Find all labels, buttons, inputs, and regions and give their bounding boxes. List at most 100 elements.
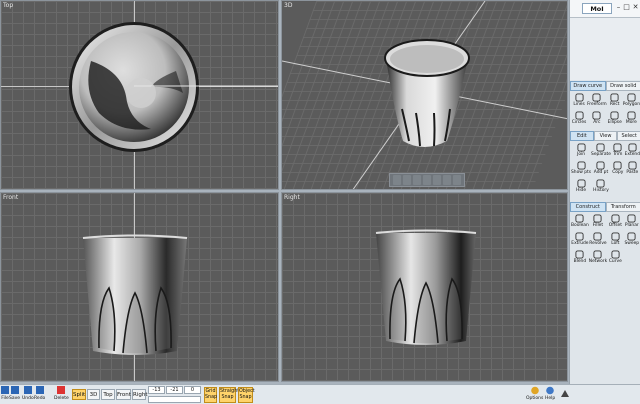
grid-snap-toggle[interactable]: Grid Snap	[204, 387, 217, 403]
tool-label: More	[625, 120, 637, 125]
tab-construct[interactable]: Construct	[570, 202, 606, 212]
tool-label: Extrude	[571, 241, 589, 246]
ellipse-icon	[610, 111, 619, 120]
tool-join[interactable]: Join	[571, 142, 591, 159]
curve-tools: Lines Freeform Rect Polygon Circles Arc Ellips…	[571, 92, 640, 127]
view-top-button[interactable]: Top	[101, 389, 115, 400]
coord-slider[interactable]	[148, 396, 201, 403]
show-pts-icon	[576, 161, 586, 170]
undo-button[interactable]: Undo	[22, 386, 34, 404]
coord-y[interactable]: -21	[166, 386, 183, 394]
tool-revolve[interactable]: Revolve	[589, 231, 607, 248]
tool-offset[interactable]: Offset	[607, 213, 623, 230]
tool-separate[interactable]: Separate	[591, 142, 611, 159]
viewport-3d[interactable]: 3D	[281, 0, 568, 190]
close-icon[interactable]: ✕	[631, 2, 640, 12]
view-split-button[interactable]: Split	[72, 389, 86, 400]
tool-label: Copy	[612, 170, 624, 175]
tool-show-pts[interactable]: Show pts	[571, 160, 591, 177]
viewport-right[interactable]: Right	[281, 192, 568, 382]
tab-transform[interactable]: Transform	[605, 202, 640, 212]
tool-label: Extend	[624, 152, 640, 157]
view-3d-button[interactable]: 3D	[87, 389, 100, 400]
delete-icon	[57, 386, 66, 394]
moi-window: Top 3D Front Right MoI – □ ✕ Draw curve …	[0, 0, 640, 404]
tool-ellipse[interactable]: Ellipse	[607, 110, 623, 127]
tool-arc[interactable]: Arc	[587, 110, 607, 127]
button-label: Delete	[54, 396, 69, 401]
tool-rect[interactable]: Rect	[607, 92, 623, 109]
copy-icon	[613, 161, 622, 170]
tool-add-pt[interactable]: Add pt	[591, 160, 611, 177]
coord-x[interactable]: -13	[148, 386, 165, 394]
tool-label: Revolve	[589, 241, 607, 246]
polygon-icon	[627, 93, 636, 102]
blend-icon	[575, 250, 584, 259]
add-pt-icon	[596, 161, 606, 170]
tool-lines[interactable]: Lines	[571, 92, 587, 109]
arc-icon	[592, 111, 601, 120]
tool-label: Paste	[626, 170, 639, 175]
tool-label: Curve	[608, 259, 622, 264]
revolve-icon	[593, 232, 603, 241]
edit-tabs: Edit View Select	[570, 131, 640, 141]
tool-label: Network	[588, 259, 608, 264]
tool-label: Lines	[573, 102, 585, 107]
tool-circles[interactable]: Circles	[571, 110, 587, 127]
button-label: Options	[526, 396, 544, 401]
redo-button[interactable]: Redo	[34, 386, 45, 404]
object-snap-toggle[interactable]: Object Snap	[238, 387, 255, 403]
tab-draw-solid[interactable]: Draw solid	[605, 81, 640, 91]
tool-extrude[interactable]: Extrude	[571, 231, 589, 248]
view-front-button[interactable]: Front	[116, 389, 131, 400]
tool-label: Show pts	[571, 170, 592, 175]
tool-loft[interactable]: Loft	[607, 231, 623, 248]
tool-polygon[interactable]: Polygon	[623, 92, 640, 109]
delete-button[interactable]: Delete	[54, 386, 69, 404]
tool-blend[interactable]: Blend	[571, 249, 589, 266]
tool-copy[interactable]: Copy	[611, 160, 625, 177]
coord-z[interactable]: 0	[184, 386, 201, 394]
view-right-button[interactable]: Right	[132, 389, 147, 400]
gear-icon	[530, 386, 539, 395]
cup-front-view	[82, 234, 188, 355]
tool-sweep[interactable]: Sweep	[624, 231, 640, 248]
view-toolbar[interactable]	[389, 173, 465, 187]
tool-planar[interactable]: Planar	[624, 213, 640, 230]
tool-label: Add pt	[593, 170, 609, 175]
tab-draw-curve[interactable]: Draw curve	[570, 81, 606, 91]
tab-view[interactable]: View	[593, 131, 618, 141]
viewport-top[interactable]: Top	[0, 0, 279, 190]
tool-label: Planar	[624, 223, 639, 228]
tool-trim[interactable]: Trim	[611, 142, 625, 159]
tool-network[interactable]: Network	[589, 249, 607, 266]
tab-select[interactable]: Select	[617, 131, 640, 141]
tool-paste[interactable]: Paste	[625, 160, 640, 177]
tab-edit[interactable]: Edit	[570, 131, 594, 141]
save-icon	[10, 386, 19, 394]
tool-boolean[interactable]: Boolean	[571, 213, 589, 230]
tool-label: Fillet	[592, 223, 604, 228]
options-button[interactable]: Options	[526, 386, 543, 404]
tool-more[interactable]: More	[623, 110, 640, 127]
maximize-icon[interactable]: □	[622, 2, 631, 12]
join-icon	[576, 143, 586, 152]
button-label: Save	[9, 396, 21, 401]
tool-history[interactable]: History	[591, 178, 611, 195]
tool-fillet[interactable]: Fillet	[589, 213, 607, 230]
tool-label: Sweep	[624, 241, 640, 246]
circles-icon	[574, 111, 584, 120]
viewport-front[interactable]: Front	[0, 192, 279, 382]
help-button[interactable]: Help	[545, 386, 555, 404]
redo-icon	[35, 386, 44, 394]
tool-extend[interactable]: Extend	[625, 142, 640, 159]
straight-snap-toggle[interactable]: Straight Snap	[219, 387, 239, 403]
save-button[interactable]: Save	[9, 386, 20, 404]
command-panel: MoI – □ ✕ Draw curve Draw solid Lines Free…	[569, 0, 640, 404]
tool-curve[interactable]: Curve	[607, 249, 623, 266]
sweep-icon	[627, 232, 636, 241]
up-arrow-icon[interactable]	[560, 389, 570, 399]
tool-freeform[interactable]: Freeform	[587, 92, 607, 109]
tool-hide[interactable]: Hide	[571, 178, 591, 195]
tool-label: Hide	[576, 188, 587, 193]
